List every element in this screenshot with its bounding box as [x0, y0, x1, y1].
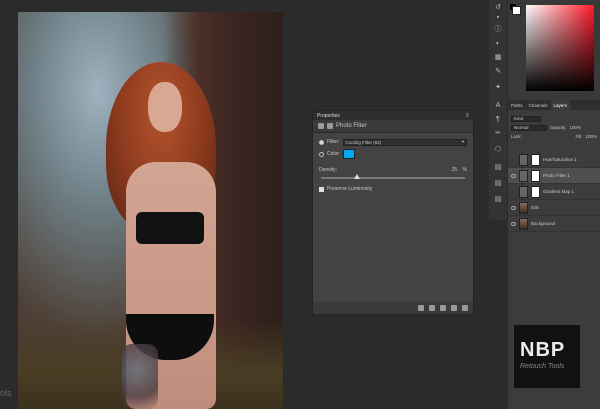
tab-paths[interactable]: Paths	[508, 103, 526, 108]
filter-label: Filter:	[327, 139, 340, 145]
nbp-logo: NBP Retouch Tools	[514, 325, 580, 388]
clip-layer-icon[interactable]	[418, 305, 424, 311]
density-unit: %	[462, 167, 467, 173]
plugin-icon[interactable]: ▤	[494, 164, 502, 172]
character-icon[interactable]: A	[494, 102, 502, 110]
preserve-label: Preserve Luminosity	[327, 186, 373, 192]
clone-source-icon[interactable]: ✦	[494, 84, 502, 92]
view-previous-icon[interactable]	[429, 305, 435, 311]
color-icon[interactable]: ◐	[494, 40, 502, 48]
density-slider[interactable]	[321, 174, 465, 179]
blend-mode-value: Normal	[514, 125, 529, 130]
filter-radio[interactable]	[319, 139, 324, 145]
canvas-photo[interactable]	[18, 12, 283, 409]
color-swatch[interactable]	[343, 149, 356, 159]
brush-icon[interactable]: ✎	[494, 68, 502, 76]
tab-channels[interactable]: Channels	[526, 103, 551, 108]
model-figure	[106, 62, 226, 409]
density-slider-knob[interactable]	[354, 174, 360, 179]
logo-sub-text: Retouch Tools	[520, 363, 565, 370]
properties-header: Photo Filter	[313, 120, 473, 133]
swatches-icon[interactable]: ▦	[494, 54, 502, 62]
lock-label: Lock:	[511, 134, 522, 139]
plugin-icon-3[interactable]: ▤	[494, 196, 502, 204]
fill-value[interactable]: 100%	[585, 134, 597, 139]
properties-titlebar[interactable]: Properties ≡	[313, 111, 473, 120]
model-tattoo	[122, 344, 158, 409]
mask-icon[interactable]	[327, 123, 333, 129]
tools-label: ols	[0, 388, 12, 398]
info-icon[interactable]: ⓘ	[494, 26, 502, 34]
properties-title: Properties	[317, 112, 340, 119]
layer-name: Background	[531, 221, 556, 226]
tab-layers[interactable]: Layers	[550, 100, 571, 110]
layer-row[interactable]: Background	[508, 216, 600, 232]
layer-mask-thumbnail[interactable]	[531, 169, 540, 182]
layer-row[interactable]: Hue/Saturation 1	[508, 152, 600, 168]
preserve-row: Preserve Luminosity	[313, 184, 473, 194]
layer-name: Edit	[531, 205, 539, 210]
color-row: Color:	[313, 147, 473, 161]
trash-icon[interactable]	[462, 305, 468, 311]
opacity-value[interactable]: 100%	[570, 125, 582, 130]
layer-thumbnail	[519, 185, 528, 198]
history-icon[interactable]: ↺	[494, 4, 502, 12]
reset-icon[interactable]	[440, 305, 446, 311]
eye-icon[interactable]	[511, 205, 516, 210]
filter-select[interactable]: Cooling Filter (82) ▾	[342, 138, 467, 146]
layer-row[interactable]: Edit	[508, 200, 600, 216]
layers-comp-icon[interactable]: ▪	[494, 14, 502, 22]
color-label: Color:	[327, 151, 341, 157]
visibility-icon[interactable]	[451, 305, 457, 311]
kind-filter-select[interactable]: Kind	[511, 115, 541, 122]
blend-mode-select[interactable]: Normal	[511, 124, 547, 131]
layers-tabs: Paths Channels Layers	[508, 100, 600, 110]
eye-icon[interactable]	[511, 173, 516, 178]
layer-row[interactable]: Gradient Map 1	[508, 184, 600, 200]
eye-icon[interactable]	[511, 221, 516, 226]
layer-thumbnail	[519, 169, 528, 182]
layer-name: Gradient Map 1	[543, 189, 575, 194]
3d-icon[interactable]: ⬡	[494, 146, 502, 154]
layer-mask-thumbnail[interactable]	[531, 153, 540, 166]
layer-name: Hue/Saturation 1	[543, 157, 577, 162]
saturation-brightness-field[interactable]	[526, 5, 594, 91]
preserve-luminosity-checkbox[interactable]	[319, 186, 324, 192]
density-label: Density:	[319, 167, 338, 173]
model-face	[148, 82, 182, 132]
panel-icon-column: ↺ ▪ ⓘ ◐ ▦ ✎ ✦ A ¶ ✂ ⬡ ▤ ▤ ▤	[489, 0, 507, 220]
foreground-color-swatch[interactable]	[512, 6, 521, 15]
plugin-icon-2[interactable]: ▤	[494, 180, 502, 188]
paragraph-icon[interactable]: ¶	[494, 116, 502, 124]
filter-row: Filter: Cooling Filter (82) ▾	[313, 137, 473, 147]
logo-main-text: NBP	[520, 339, 566, 361]
model-top	[136, 212, 204, 244]
filter-value: Cooling Filter (82)	[345, 139, 382, 145]
chevron-down-icon: ▾	[461, 139, 464, 144]
layer-name: Photo Filter 1	[543, 173, 570, 178]
properties-footer	[313, 302, 473, 314]
layer-thumbnail	[519, 201, 528, 214]
panel-menu-icon[interactable]: ≡	[465, 113, 469, 119]
properties-type: Photo Filter	[336, 123, 367, 129]
opacity-label: Opacity:	[550, 125, 567, 130]
density-row: Density: 25 %	[313, 165, 473, 175]
layer-row[interactable]: Photo Filter 1	[508, 168, 600, 184]
blend-row: Normal Opacity: 100%	[508, 123, 600, 132]
color-radio[interactable]	[319, 151, 324, 157]
layer-thumbnail	[519, 217, 528, 230]
fill-label: Fill:	[575, 134, 583, 139]
lock-row: Lock: Fill: 100%	[508, 132, 600, 141]
color-picker-panel	[508, 0, 600, 100]
kind-label: Kind	[514, 116, 524, 121]
filter-kind-row: Kind	[508, 114, 600, 123]
layer-thumbnail	[519, 153, 528, 166]
adjustment-icon[interactable]	[318, 123, 324, 129]
layer-mask-thumbnail[interactable]	[531, 185, 540, 198]
tools-icon[interactable]: ✂	[494, 130, 502, 138]
properties-panel[interactable]: Properties ≡ Photo Filter Filter: Coolin…	[312, 110, 474, 315]
density-value[interactable]: 25	[452, 167, 458, 173]
